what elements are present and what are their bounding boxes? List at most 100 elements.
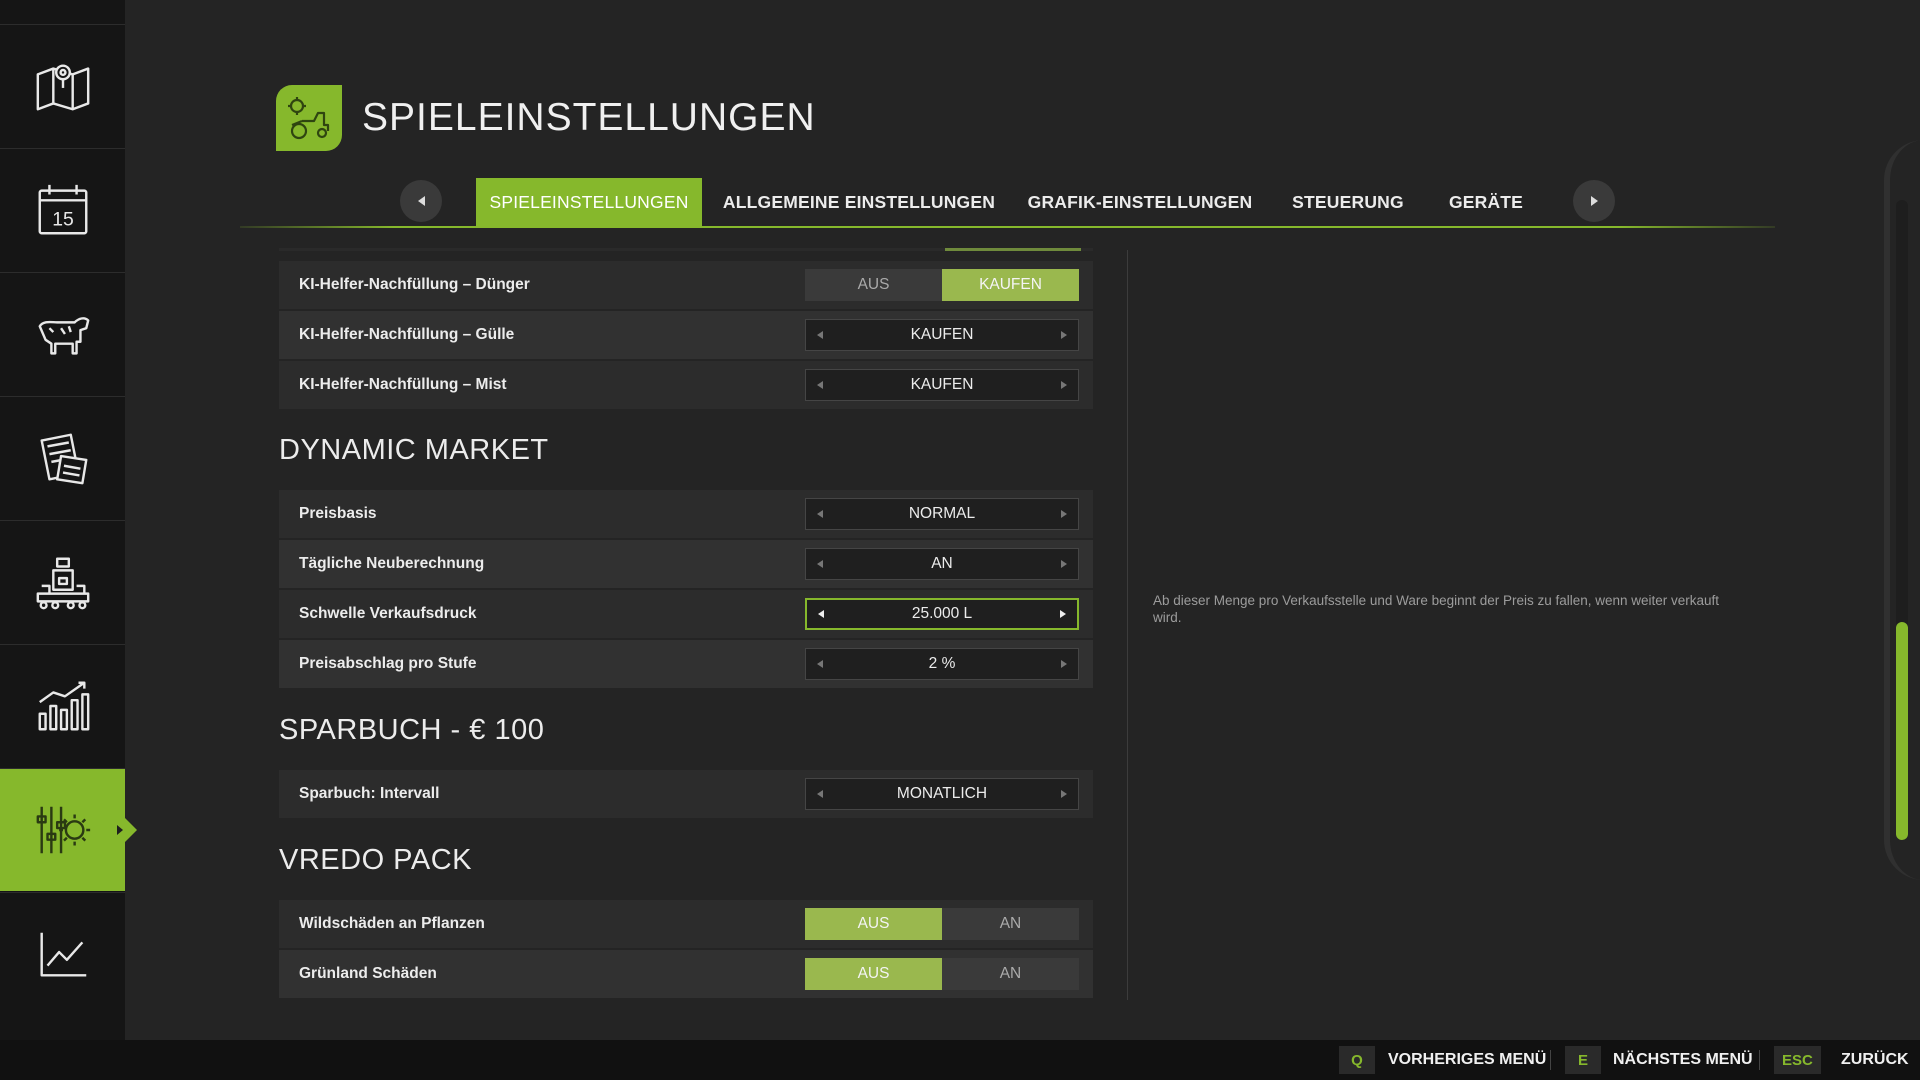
selector-value: MONATLICH: [896, 785, 988, 802]
toggle-option-aus[interactable]: AUS: [805, 269, 942, 301]
selector-value: KAUFEN: [910, 326, 974, 343]
setting-row-sparbuch-intervall: Sparbuch: Intervall MONATLICH: [279, 770, 1093, 818]
animals-icon: [38, 317, 89, 355]
key-esc-badge: ESC: [1774, 1046, 1821, 1074]
setting-row-gruenland-schaeden: Grünland Schäden AUS AN: [279, 950, 1093, 998]
sidebar-item-animals[interactable]: [0, 272, 125, 395]
chevron-left-icon: [417, 196, 425, 206]
footer-back-button[interactable]: ZURÜCK: [1841, 1051, 1909, 1069]
setting-row-preisabschlag: Preisabschlag pro Stufe 2 %: [279, 640, 1093, 688]
setting-label: Wildschäden an Pflanzen: [299, 915, 485, 932]
tab-grafik-einstellungen[interactable]: GRAFIK-EINSTELLUNGEN: [1026, 178, 1254, 227]
arrow-right-icon[interactable]: [1061, 331, 1067, 339]
arrow-left-icon[interactable]: [817, 790, 823, 798]
arrow-left-icon[interactable]: [817, 381, 823, 389]
sidebar-item-statistics[interactable]: [0, 644, 125, 767]
settings-icon: [36, 806, 90, 854]
selector-guelle[interactable]: KAUFEN: [805, 319, 1079, 351]
setting-row-schwelle-verkaufsdruck: Schwelle Verkaufsdruck 25.000 L: [279, 590, 1093, 638]
selector-value: AN: [931, 555, 953, 572]
arrow-right-icon[interactable]: [1061, 560, 1067, 568]
toggle-option-aus[interactable]: AUS: [805, 958, 942, 990]
toggle-gruenland-schaeden: AUS AN: [805, 958, 1079, 990]
setting-label: Schwelle Verkaufsdruck: [299, 605, 477, 622]
toggle-wildschaeden: AUS AN: [805, 908, 1079, 940]
footer-next-menu-button[interactable]: NÄCHSTES MENÜ: [1613, 1051, 1753, 1069]
selector-preisabschlag[interactable]: 2 %: [805, 648, 1079, 680]
setting-row-wildschaeden: Wildschäden an Pflanzen AUS AN: [279, 900, 1093, 948]
arrow-right-icon[interactable]: [1061, 381, 1067, 389]
selector-value: 2 %: [928, 655, 956, 672]
arrow-left-icon[interactable]: [817, 560, 823, 568]
tab-allgemeine-einstellungen[interactable]: ALLGEMEINE EINSTELLUNGEN: [722, 178, 996, 227]
tab-steuerung[interactable]: STEUERUNG: [1284, 178, 1412, 227]
tab-prev-button[interactable]: [400, 180, 442, 222]
toggle-option-aus[interactable]: AUS: [805, 908, 942, 940]
section-title-dynamic-market: DYNAMIC MARKET: [279, 434, 549, 466]
sidebar-item-production[interactable]: [0, 520, 125, 643]
list-top-edge-highlight: [945, 248, 1081, 251]
setting-label: Tägliche Neuberechnung: [299, 555, 485, 572]
arrow-left-icon[interactable]: [817, 510, 823, 518]
active-indicator-arrow: [125, 818, 137, 842]
arrow-right-icon[interactable]: [1061, 790, 1067, 798]
setting-label: Preisabschlag pro Stufe: [299, 655, 477, 672]
setting-row-preisbasis: Preisbasis NORMAL: [279, 490, 1093, 538]
section-title-vredo-pack: VREDO PACK: [279, 844, 473, 876]
selector-taegliche-neuberechnung[interactable]: AN: [805, 548, 1079, 580]
graph-icon: [39, 932, 86, 977]
toggle-duenger: AUS KAUFEN: [805, 269, 1079, 301]
setting-label: Sparbuch: Intervall: [299, 785, 440, 802]
key-q-badge: Q: [1339, 1046, 1375, 1074]
sidebar-item-calendar[interactable]: 15: [0, 148, 125, 271]
section-title-sparbuch: SPARBUCH - € 100: [279, 714, 545, 746]
setting-row-mist: KI-Helfer-Nachfüllung – Mist KAUFEN: [279, 361, 1093, 409]
sidebar-item-graph[interactable]: [0, 892, 125, 1015]
selector-mist[interactable]: KAUFEN: [805, 369, 1079, 401]
sidebar-item-settings[interactable]: [0, 768, 137, 891]
setting-row-taegliche-neuberechnung: Tägliche Neuberechnung AN: [279, 540, 1093, 588]
arrow-left-icon[interactable]: [818, 610, 824, 618]
selector-value: 25.000 L: [911, 605, 973, 622]
header-farm-gear-tractor-icon: [276, 85, 342, 151]
map-icon: [36, 64, 89, 111]
toggle-option-an[interactable]: AN: [942, 908, 1079, 940]
selector-preisbasis[interactable]: NORMAL: [805, 498, 1079, 530]
calendar-day-text: 15: [52, 209, 74, 231]
selector-value: KAUFEN: [910, 376, 974, 393]
sidebar-item-contracts[interactable]: [0, 396, 125, 519]
setting-label: KI-Helfer-Nachfüllung – Dünger: [299, 276, 530, 293]
panel-divider: [1127, 250, 1128, 1000]
arrow-left-icon[interactable]: [817, 660, 823, 668]
chevron-right-icon: [1590, 196, 1598, 206]
selector-schwelle-verkaufsdruck[interactable]: 25.000 L: [805, 598, 1079, 630]
contracts-icon: [39, 433, 87, 485]
footer-separator: [1759, 1050, 1760, 1070]
arrow-right-icon[interactable]: [1061, 660, 1067, 668]
toggle-option-an[interactable]: AN: [942, 958, 1079, 990]
sidebar-item-map[interactable]: [0, 24, 125, 147]
tab-spieleinstellungen[interactable]: SPIELEINSTELLUNGEN: [476, 178, 702, 227]
setting-label: Preisbasis: [299, 505, 377, 522]
arrow-right-icon[interactable]: [1061, 510, 1067, 518]
statistics-icon: [38, 681, 89, 731]
arrow-left-icon[interactable]: [817, 331, 823, 339]
scrollbar-thumb[interactable]: [1896, 622, 1908, 840]
footer-prev-menu-button[interactable]: VORHERIGES MENÜ: [1388, 1051, 1546, 1069]
selector-value: NORMAL: [908, 505, 976, 522]
sidebar: 15: [0, 0, 137, 1040]
calendar-icon: 15: [38, 184, 87, 235]
arrow-right-icon[interactable]: [1060, 610, 1066, 618]
page-title: SPIELEINSTELLUNGEN: [362, 96, 816, 139]
key-e-badge: E: [1565, 1046, 1601, 1074]
selector-sparbuch-intervall[interactable]: MONATLICH: [805, 778, 1079, 810]
setting-row-duenger: KI-Helfer-Nachfüllung – Dünger AUS KAUFE…: [279, 261, 1093, 309]
setting-row-guelle: KI-Helfer-Nachfüllung – Gülle KAUFEN: [279, 311, 1093, 359]
production-icon: [36, 557, 89, 610]
tab-next-button[interactable]: [1573, 180, 1615, 222]
active-indicator-chevron-icon: [117, 825, 123, 835]
toggle-option-kaufen[interactable]: KAUFEN: [942, 269, 1079, 301]
setting-label: KI-Helfer-Nachfüllung – Gülle: [299, 326, 515, 343]
setting-label: Grünland Schäden: [299, 965, 437, 982]
tab-geraete[interactable]: GERÄTE: [1440, 178, 1532, 227]
